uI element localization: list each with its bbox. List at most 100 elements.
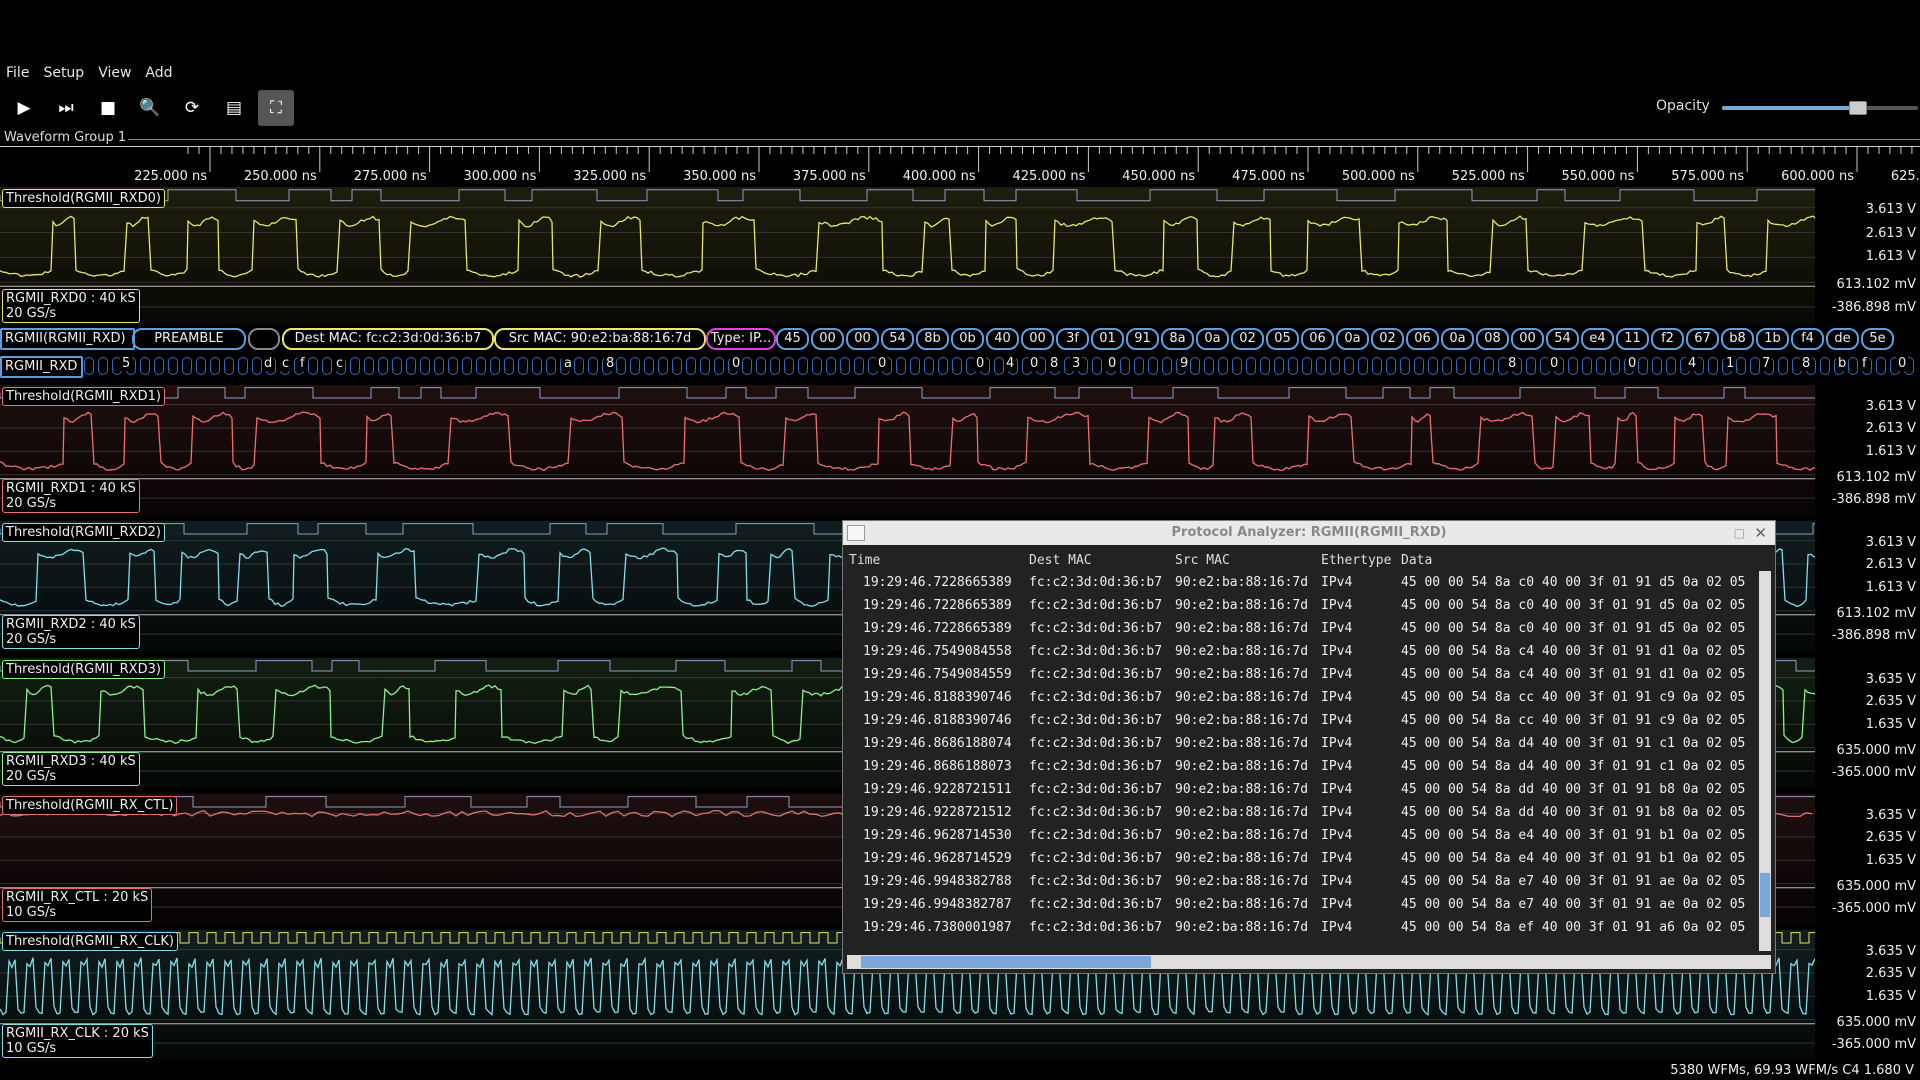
threshold-label[interactable]: Threshold(RGMII_RXD1)	[2, 387, 165, 406]
maximize-icon[interactable]: □	[1734, 521, 1745, 545]
menu-setup[interactable]: Setup	[43, 62, 84, 84]
data-byte[interactable]: 67	[1686, 328, 1719, 350]
data-byte[interactable]: 1b	[1756, 328, 1789, 350]
data-byte[interactable]: de	[1826, 328, 1859, 350]
preamble-segment[interactable]: PREAMBLE	[132, 328, 246, 350]
table-row[interactable]: 19:29:46.9628714530 fc:c2:3d:0d:36:b7 90:e…	[849, 824, 1749, 847]
table-row[interactable]: 19:29:46.7228665389 fc:c2:3d:0d:36:b7 90:e…	[849, 571, 1749, 594]
threshold-label[interactable]: Threshold(RGMII_RX_CTL)	[2, 796, 178, 815]
data-byte[interactable]: 54	[881, 328, 914, 350]
step-button[interactable]: ⏭	[48, 90, 84, 126]
data-byte[interactable]: 91	[1126, 328, 1159, 350]
vertical-scroll-thumb[interactable]	[1760, 873, 1770, 918]
packet-table[interactable]: 19:29:46.7228665389 fc:c2:3d:0d:36:b7 90:e…	[849, 571, 1749, 957]
table-row[interactable]: 19:29:46.7228665389 fc:c2:3d:0d:36:b7 90:e…	[849, 617, 1749, 640]
table-row[interactable]: 19:29:46.8686188074 fc:c2:3d:0d:36:b7 90:e…	[849, 732, 1749, 755]
data-byte[interactable]: 54	[1546, 328, 1579, 350]
opacity-slider[interactable]	[1722, 101, 1918, 115]
channel-label[interactable]: RGMII_RXD2 : 40 kS 20 GS/s	[2, 615, 140, 649]
table-row[interactable]: 19:29:46.8188390746 fc:c2:3d:0d:36:b7 90:e…	[849, 709, 1749, 732]
table-row[interactable]: 19:29:46.7549084558 fc:c2:3d:0d:36:b7 90:e…	[849, 640, 1749, 663]
threshold-label[interactable]: Threshold(RGMII_RXD3)	[2, 660, 165, 679]
table-row[interactable]: 19:29:46.7228665389 fc:c2:3d:0d:36:b7 90:e…	[849, 594, 1749, 617]
dest-mac-segment[interactable]: Dest MAC: fc:c2:3d:0d:36:b7	[282, 328, 494, 350]
data-byte[interactable]: 05	[1266, 328, 1299, 350]
protocol-row-label[interactable]: RGMII(RGMII_RXD)	[0, 328, 135, 350]
data-byte[interactable]: 8a	[1161, 328, 1194, 350]
data-byte[interactable]: 06	[1406, 328, 1439, 350]
data-byte[interactable]: 11	[1616, 328, 1649, 350]
src-mac-segment[interactable]: Src MAC: 90:e2:ba:88:16:7d	[494, 328, 706, 350]
table-row[interactable]: 19:29:46.9948382788 fc:c2:3d:0d:36:b7 90:e…	[849, 870, 1749, 893]
col-ethertype[interactable]: Ethertype	[1321, 553, 1391, 568]
table-row[interactable]: 19:29:46.7380001987 fc:c2:3d:0d:36:b7 90:e…	[849, 916, 1749, 939]
data-byte[interactable]: f2	[1651, 328, 1684, 350]
horizontal-scroll-thumb[interactable]	[861, 956, 1151, 968]
data-byte[interactable]: 00	[846, 328, 879, 350]
table-cell: 45 00 00 54 8a e4 40 00 3f 01 91 b1 0a 0…	[1401, 828, 1746, 843]
data-byte[interactable]: 02	[1231, 328, 1264, 350]
data-byte[interactable]: 06	[1301, 328, 1334, 350]
data-byte[interactable]: 00	[811, 328, 844, 350]
menu-view[interactable]: View	[98, 62, 131, 84]
data-byte[interactable]: e4	[1581, 328, 1614, 350]
waveform-lane[interactable]: Threshold(RGMII_RXD1) RGMII_RXD1 : 40 kS 2…	[0, 385, 1815, 515]
data-byte[interactable]: 01	[1091, 328, 1124, 350]
refresh-button[interactable]: ⟳	[174, 90, 210, 126]
table-row[interactable]: 19:29:46.8188390746 fc:c2:3d:0d:36:b7 90:e…	[849, 686, 1749, 709]
threshold-label[interactable]: Threshold(RGMII_RXD2)	[2, 523, 165, 542]
threshold-label[interactable]: Threshold(RGMII_RX_CLK)	[2, 932, 178, 951]
data-byte[interactable]: b8	[1721, 328, 1754, 350]
close-icon[interactable]: ✕	[1754, 521, 1767, 545]
window-menu-icon[interactable]	[847, 525, 865, 541]
opacity-slider-knob[interactable]	[1849, 101, 1868, 115]
fullscreen-button[interactable]: ⛶	[258, 90, 294, 126]
data-byte[interactable]: 40	[986, 328, 1019, 350]
data-byte[interactable]: 45	[776, 328, 809, 350]
table-row[interactable]: 19:29:46.8686188073 fc:c2:3d:0d:36:b7 90:e…	[849, 755, 1749, 778]
data-byte[interactable]: 00	[1021, 328, 1054, 350]
menu-add[interactable]: Add	[145, 62, 172, 84]
col-src-mac[interactable]: Src MAC	[1175, 553, 1230, 568]
data-byte[interactable]: 08	[1476, 328, 1509, 350]
channel-label[interactable]: RGMII_RXD3 : 40 kS 20 GS/s	[2, 752, 140, 786]
table-row[interactable]: 19:29:46.9948382787 fc:c2:3d:0d:36:b7 90:e…	[849, 893, 1749, 916]
protocol-analyzer-window[interactable]: Protocol Analyzer: RGMII(RGMII_RXD) □ ✕ …	[842, 520, 1776, 974]
nibble-row-label[interactable]: RGMII_RXD	[0, 356, 83, 378]
data-byte[interactable]: 3f	[1056, 328, 1089, 350]
channel-label[interactable]: RGMII_RXD0 : 40 kS 20 GS/s	[2, 289, 140, 323]
horizontal-scrollbar[interactable]	[847, 955, 1771, 969]
col-time[interactable]: Time	[849, 553, 880, 568]
data-byte[interactable]: 00	[1511, 328, 1544, 350]
waveform-lane[interactable]: Threshold(RGMII_RXD0) RGMII_RXD0 : 40 kS 2…	[0, 187, 1815, 325]
history-button[interactable]: ▤	[216, 90, 252, 126]
channel-label[interactable]: RGMII_RX_CLK : 20 kS 10 GS/s	[2, 1024, 153, 1058]
protocol-decode-row[interactable]: RGMII(RGMII_RXD) PREAMBLE Dest MAC: fc:c2:…	[0, 327, 1920, 350]
nibble-decode-row[interactable]: RGMII_RXD 5 d c f c a 8 0 0 4 8 0 0 3 0 9 8 0 0 4 1 7 8 b f 0	[0, 355, 1920, 378]
vertical-scrollbar[interactable]	[1759, 571, 1771, 951]
data-byte[interactable]: 8b	[916, 328, 949, 350]
data-byte[interactable]: 0a	[1196, 328, 1229, 350]
channel-label[interactable]: RGMII_RXD1 : 40 kS 20 GS/s	[2, 479, 140, 513]
channel-label[interactable]: RGMII_RX_CTL : 20 kS 10 GS/s	[2, 888, 153, 922]
zoom-button[interactable]: 🔍	[132, 90, 168, 126]
table-row[interactable]: 19:29:46.9228721512 fc:c2:3d:0d:36:b7 90:e…	[849, 801, 1749, 824]
col-dest-mac[interactable]: Dest MAC	[1029, 553, 1092, 568]
ethertype-segment[interactable]: Type: IP...	[706, 328, 776, 350]
window-title-bar[interactable]: Protocol Analyzer: RGMII(RGMII_RXD) □ ✕	[843, 521, 1775, 545]
table-row[interactable]: 19:29:46.7549084559 fc:c2:3d:0d:36:b7 90:e…	[849, 663, 1749, 686]
data-byte[interactable]: 0a	[1441, 328, 1474, 350]
table-row[interactable]: 19:29:46.9628714529 fc:c2:3d:0d:36:b7 90:e…	[849, 847, 1749, 870]
stop-button[interactable]: ■	[90, 90, 126, 126]
play-button[interactable]: ▶	[6, 90, 42, 126]
threshold-label[interactable]: Threshold(RGMII_RXD0)	[2, 189, 165, 208]
col-data[interactable]: Data	[1401, 553, 1432, 568]
sfd-segment[interactable]	[248, 328, 280, 350]
data-byte[interactable]: 0a	[1336, 328, 1369, 350]
data-byte[interactable]: 02	[1371, 328, 1404, 350]
data-byte[interactable]: 0b	[951, 328, 984, 350]
menu-file[interactable]: File	[6, 62, 29, 84]
data-byte[interactable]: 5e	[1861, 328, 1894, 350]
table-row[interactable]: 19:29:46.9228721511 fc:c2:3d:0d:36:b7 90:e…	[849, 778, 1749, 801]
data-byte[interactable]: f4	[1791, 328, 1824, 350]
